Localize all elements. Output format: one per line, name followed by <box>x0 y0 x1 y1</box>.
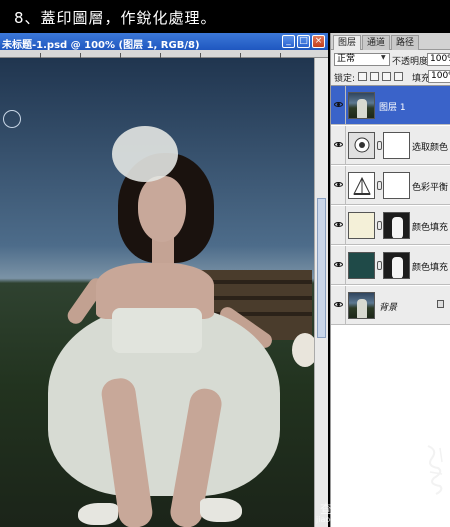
face <box>138 176 186 242</box>
lock-transparency-icon[interactable] <box>358 72 367 81</box>
layer-name: 颜色填充 2 <box>412 223 450 233</box>
scrollbar-thumb[interactable] <box>317 198 326 338</box>
link-chain-icon <box>377 141 382 150</box>
horizontal-ruler <box>0 50 328 58</box>
lock-row: 锁定: 填充: 100% <box>331 68 450 85</box>
tab-layers[interactable]: 图层 <box>333 35 362 50</box>
blend-row: 正常 ▼ 不透明度: 100% <box>331 51 450 68</box>
tab-paths[interactable]: 路径 <box>391 35 420 50</box>
link-chain-icon <box>377 221 382 230</box>
layer-row-layer1[interactable]: 图层 1 <box>331 86 450 125</box>
right-shoe <box>200 498 242 522</box>
lock-icon <box>437 300 444 308</box>
link-chain-icon <box>377 181 382 190</box>
opacity-label: 不透明度: <box>392 57 432 67</box>
fill-color-swatch <box>348 212 375 239</box>
layer-row-color-balance[interactable]: 色彩平衡 2 <box>331 166 450 205</box>
layer-thumbnail <box>348 92 375 119</box>
vertical-scrollbar[interactable] <box>314 58 328 527</box>
layer-row-selective-color[interactable]: 选取颜色 1 <box>331 126 450 165</box>
image-canvas[interactable] <box>0 58 314 527</box>
layer-name: 背景 <box>379 303 398 313</box>
layer-mask <box>383 252 410 279</box>
layer-mask <box>383 172 410 199</box>
tutorial-caption: 8、蓋印圖層，作銳化處理。 <box>0 0 450 33</box>
layer-mask <box>383 132 410 159</box>
layer-name: 选取颜色 1 <box>412 143 450 153</box>
tab-channels[interactable]: 通道 <box>362 35 391 50</box>
visibility-eye-icon[interactable] <box>334 260 343 269</box>
layer-name: 颜色填充 1 <box>412 263 450 273</box>
document-window: 未标题-1.psd @ 100% (图层 1, RGB/8) _ □ × <box>0 33 328 527</box>
visibility-eye-icon[interactable] <box>334 100 343 109</box>
lock-label: 锁定: <box>334 74 356 84</box>
maximize-button[interactable]: □ <box>297 35 310 48</box>
lock-pixels-icon[interactable] <box>370 72 379 81</box>
layer-name: 色彩平衡 2 <box>412 183 450 193</box>
opacity-field[interactable]: 100% <box>427 53 450 66</box>
document-title: 未标题-1.psd @ 100% (图层 1, RGB/8) <box>2 40 200 51</box>
close-button[interactable]: × <box>312 35 325 48</box>
lock-all-icon[interactable] <box>394 72 403 81</box>
document-titlebar[interactable]: 未标题-1.psd @ 100% (图层 1, RGB/8) _ □ × <box>0 33 328 51</box>
chevron-down-icon[interactable]: ▼ <box>381 54 386 61</box>
layer-mask <box>383 212 410 239</box>
watermark: 查字典 教程网 jiaocheng.chazidian.com <box>316 500 450 527</box>
visibility-eye-icon[interactable] <box>334 300 343 309</box>
brush-cursor-icon <box>3 110 21 128</box>
caption-text: 8、蓋印圖層，作銳化處理。 <box>14 9 217 27</box>
visibility-eye-icon[interactable] <box>334 180 343 189</box>
selective-color-icon <box>348 132 375 159</box>
color-balance-icon <box>348 172 375 199</box>
flower-bouquet <box>292 333 314 367</box>
visibility-eye-icon[interactable] <box>334 140 343 149</box>
layer-row-solid-fill-1[interactable]: 颜色填充 1 <box>331 246 450 285</box>
layer-thumbnail <box>348 292 375 319</box>
layer-row-background[interactable]: 背景 <box>331 286 450 325</box>
signature <box>427 445 443 495</box>
minimize-button[interactable]: _ <box>282 35 295 48</box>
lock-position-icon[interactable] <box>382 72 391 81</box>
layer-name: 图层 1 <box>379 103 406 113</box>
left-shoe <box>78 503 118 525</box>
headpiece <box>112 126 178 182</box>
watermark-url: jiaocheng.chazidian.com <box>316 515 416 524</box>
visibility-eye-icon[interactable] <box>334 220 343 229</box>
panel-tabbar: 图层 通道 路径 <box>331 33 450 50</box>
fill-color-swatch <box>348 252 375 279</box>
layer-row-solid-fill-2[interactable]: 颜色填充 2 <box>331 206 450 245</box>
fill-field[interactable]: 100% <box>428 70 450 83</box>
link-chain-icon <box>377 261 382 270</box>
